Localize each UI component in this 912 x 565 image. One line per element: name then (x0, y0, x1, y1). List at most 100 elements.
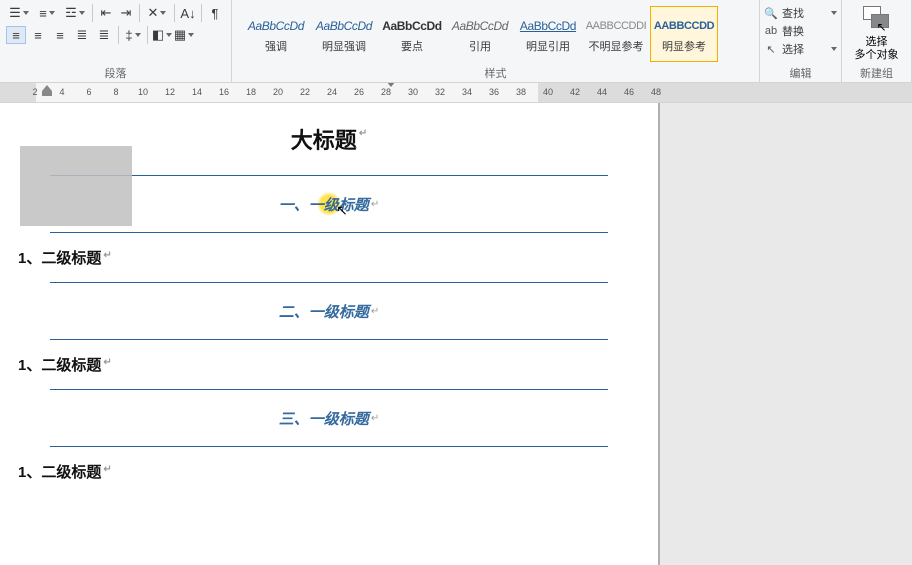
style-intense-reference[interactable]: AABBCCDD 明显参考 (650, 6, 718, 62)
style-intense-quote[interactable]: AaBbCcDd 明显引用 (514, 6, 582, 62)
find-label: 查找 (782, 5, 804, 21)
asian-layout-button[interactable]: ✕ (144, 4, 170, 22)
heading1-block: 三、一级标题↵ (50, 389, 608, 447)
new-group-label: 新建组 (842, 65, 911, 81)
heading2-text: 1、二级标题 (18, 464, 101, 481)
ruler-tick: 44 (597, 87, 607, 97)
borders-button[interactable]: ▦ (174, 26, 194, 44)
paragraph-mark: ↵ (103, 464, 111, 475)
heading2[interactable]: 1、二级标题↵ (18, 461, 658, 482)
heading1-text: 一、一级标题 (279, 194, 369, 215)
style-emphasis[interactable]: AaBbCcDd 强调 (242, 6, 310, 62)
styles-group: AaBbCcDd 强调 AaBbCcDd 明显强调 AaBbCcDd 要点 Aa… (232, 0, 760, 83)
select-button[interactable]: ↖ 选择 (764, 40, 837, 58)
align-left-button[interactable]: ≡ (6, 26, 26, 44)
ruler-tick: 12 (165, 87, 175, 97)
indent-marker[interactable] (42, 85, 52, 96)
heading2-text: 1、二级标题 (18, 250, 101, 267)
paragraph-group-label: 段落 (0, 65, 231, 81)
separator (92, 4, 93, 22)
rule-line (50, 446, 608, 447)
separator (147, 26, 148, 44)
heading1-block: 二、一级标题↵ (50, 282, 608, 340)
justify-button[interactable]: ≣ (72, 26, 92, 44)
ruler-tick: 38 (516, 87, 526, 97)
ruler-tick: 32 (435, 87, 445, 97)
line-spacing-button[interactable]: ‡ (123, 26, 143, 44)
paragraph-mark: ↵ (371, 413, 379, 424)
page[interactable]: 大标题↵ 一、一级标题↵ ↖ 1、二级标题↵ 二、一级标题↵ 1、二级标题↵ (0, 103, 660, 565)
ruler-tick: 2 (32, 87, 37, 97)
ruler-tick: 30 (408, 87, 418, 97)
heading2[interactable]: 1、二级标题↵ (18, 247, 658, 268)
ribbon: ☰ ≡ ☲ ⇤ ⇥ ✕ A↓ ¶ ≡ ≡ ≡ ≣ ≣ ‡ ◧ ▦ 段落 (0, 0, 912, 83)
ruler-tick: 34 (462, 87, 472, 97)
styles-gallery: AaBbCcDd 强调 AaBbCcDd 明显强调 AaBbCcDd 要点 Aa… (238, 4, 753, 62)
align-center-button[interactable]: ≡ (28, 26, 48, 44)
ruler-tick: 20 (273, 87, 283, 97)
select-objects-label: 选择多个对象 (855, 36, 899, 62)
replace-label: 替换 (782, 23, 804, 39)
edit-group-label: 编辑 (760, 65, 841, 81)
separator (139, 4, 140, 22)
increase-indent-button[interactable]: ⇥ (117, 4, 135, 22)
select-objects-group: ↖ 选择多个对象 新建组 (842, 0, 912, 83)
distributed-button[interactable]: ≣ (94, 26, 114, 44)
edit-group: 🔍 查找 ab 替换 ↖ 选择 编辑 (760, 0, 842, 83)
replace-icon: ab (764, 24, 778, 38)
cursor-icon: ↖ (336, 202, 348, 219)
multilevel-list-button[interactable]: ☲ (62, 4, 88, 22)
paragraph-mark: ↵ (103, 250, 111, 261)
show-marks-button[interactable]: ¶ (206, 4, 224, 22)
align-right-button[interactable]: ≡ (50, 26, 70, 44)
document-area: 大标题↵ 一、一级标题↵ ↖ 1、二级标题↵ 二、一级标题↵ 1、二级标题↵ (0, 103, 912, 565)
paragraph-mark: ↵ (371, 306, 379, 317)
heading1-block: 一、一级标题↵ ↖ (50, 175, 608, 233)
bullets-button[interactable]: ☰ (6, 4, 32, 22)
selection-highlight (20, 146, 132, 226)
heading1-text: 二、一级标题 (279, 301, 369, 322)
heading1-row-selected[interactable]: 一、一级标题↵ ↖ (50, 176, 608, 232)
paragraph-row-2: ≡ ≡ ≡ ≣ ≣ ‡ ◧ ▦ (6, 26, 225, 44)
paragraph-mark: ↵ (371, 199, 379, 210)
replace-button[interactable]: ab 替换 (764, 22, 837, 40)
heading1-text: 三、一级标题 (279, 408, 369, 429)
ruler-tick: 22 (300, 87, 310, 97)
heading1-row[interactable]: 二、一级标题↵ (50, 283, 608, 339)
ruler-tick: 6 (86, 87, 91, 97)
paragraph-group: ☰ ≡ ☲ ⇤ ⇥ ✕ A↓ ¶ ≡ ≡ ≡ ≣ ≣ ‡ ◧ ▦ 段落 (0, 0, 232, 83)
ruler-tick: 42 (570, 87, 580, 97)
ruler-caret-indicator (390, 83, 391, 103)
ruler-tick: 24 (327, 87, 337, 97)
find-icon: 🔍 (764, 6, 778, 20)
ruler-tick: 36 (489, 87, 499, 97)
style-subtle-reference[interactable]: AABBCCDDI 不明显参考 (582, 6, 650, 62)
paragraph-mark: ↵ (359, 128, 367, 139)
ruler-right-margin (538, 83, 912, 103)
rule-line (50, 339, 608, 340)
heading2[interactable]: 1、二级标题↵ (18, 354, 658, 375)
ruler-tick: 48 (651, 87, 661, 97)
shading-button[interactable]: ◧ (152, 26, 172, 44)
chevron-down-icon (831, 47, 837, 51)
rule-line (50, 232, 608, 233)
document-title-text: 大标题 (291, 128, 357, 153)
ruler-tick: 16 (219, 87, 229, 97)
style-strong[interactable]: AaBbCcDd 要点 (378, 6, 446, 62)
ruler-tick: 40 (543, 87, 553, 97)
ruler-tick: 8 (113, 87, 118, 97)
page-gutter (660, 103, 912, 565)
sort-button[interactable]: A↓ (179, 4, 197, 22)
heading1-row[interactable]: 三、一级标题↵ (50, 390, 608, 446)
heading2-text: 1、二级标题 (18, 357, 101, 374)
select-objects-icon[interactable]: ↖ (863, 6, 891, 34)
style-quote[interactable]: AaBbCcDd 引用 (446, 6, 514, 62)
style-intense-emphasis[interactable]: AaBbCcDd 明显强调 (310, 6, 378, 62)
find-button[interactable]: 🔍 查找 (764, 4, 837, 22)
horizontal-ruler[interactable]: 2468101214161820222426283032343638404244… (0, 83, 912, 103)
chevron-down-icon (831, 11, 837, 15)
select-icon: ↖ (764, 42, 778, 56)
paragraph-row-1: ☰ ≡ ☲ ⇤ ⇥ ✕ A↓ ¶ (6, 4, 225, 22)
decrease-indent-button[interactable]: ⇤ (97, 4, 115, 22)
numbering-button[interactable]: ≡ (34, 4, 60, 22)
